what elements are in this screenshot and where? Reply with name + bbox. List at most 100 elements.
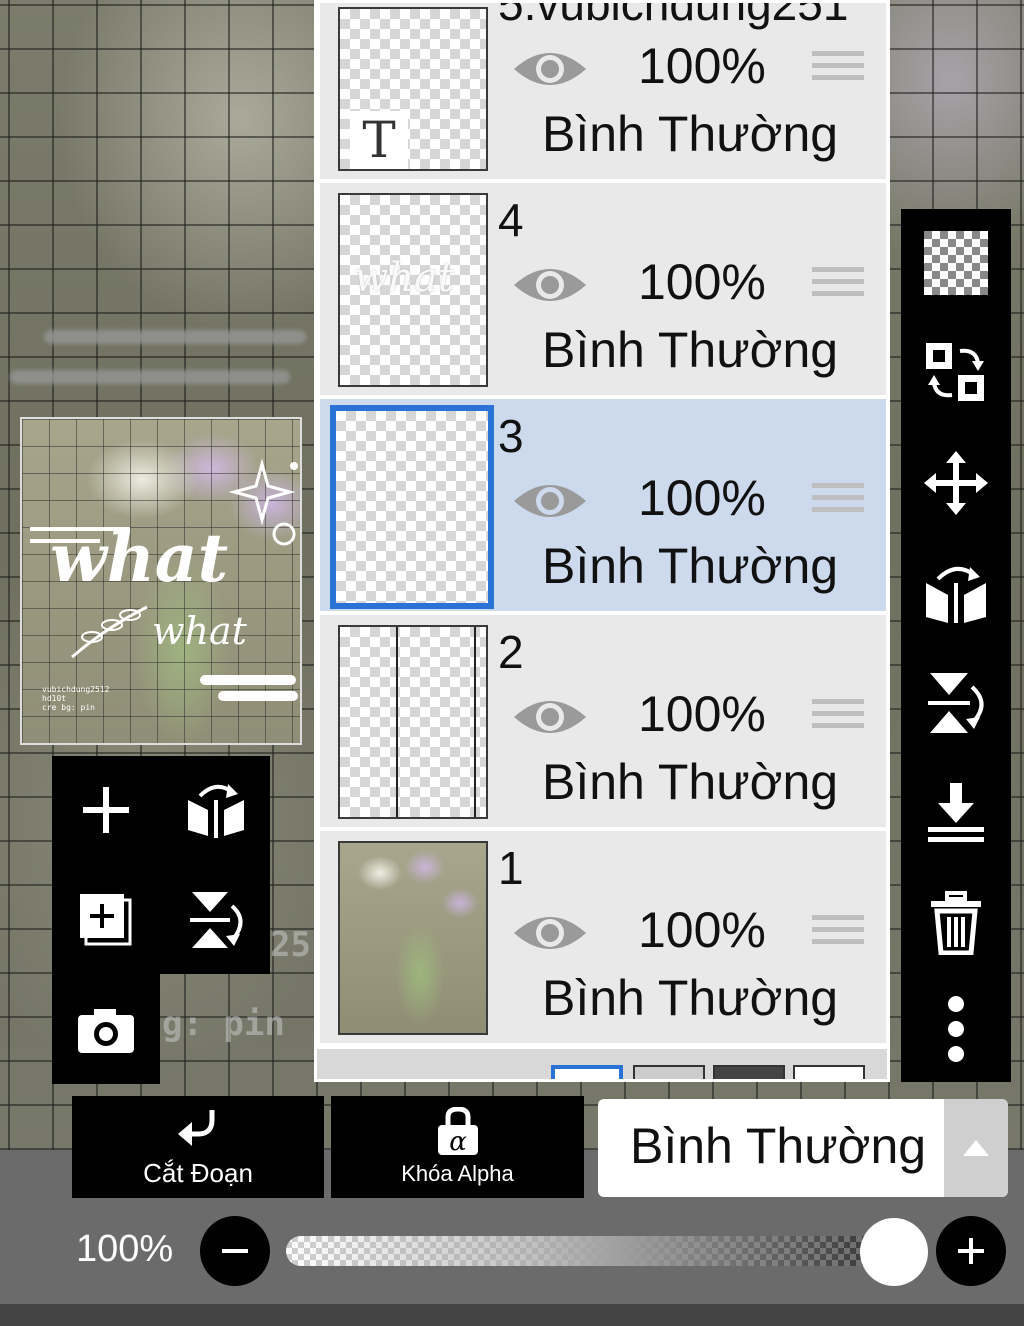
bg-dark-option[interactable] bbox=[713, 1065, 785, 1079]
layers-panel: T 5.vubichdung251 100% Bình Thường what … bbox=[314, 0, 890, 1082]
layer-row[interactable]: what 4 100% Bình Thường bbox=[320, 183, 886, 395]
layer-thumbnail bbox=[330, 405, 494, 609]
preview-title-text: what bbox=[50, 519, 229, 597]
drag-handle-icon[interactable] bbox=[812, 699, 864, 739]
delete-layer-button[interactable] bbox=[901, 869, 1011, 977]
merge-down-button[interactable] bbox=[901, 759, 1011, 867]
leaf-decoration-icon bbox=[71, 605, 148, 659]
layer-name: 3 bbox=[498, 410, 524, 462]
layer-opacity: 100% bbox=[638, 38, 766, 94]
merge-down-icon bbox=[928, 783, 984, 842]
layer-thumbnail: what bbox=[338, 193, 488, 387]
preview-credit: vubichdung2512 hd10t cre bg: pin bbox=[42, 685, 110, 712]
layer-blend-mode: Bình Thường bbox=[542, 106, 839, 162]
plus-icon bbox=[83, 787, 129, 833]
flip-horizontal-button[interactable] bbox=[162, 756, 270, 864]
camera-icon bbox=[78, 1009, 134, 1053]
camera-button[interactable] bbox=[52, 976, 160, 1084]
clipping-label: Cắt Đoạn bbox=[143, 1157, 253, 1188]
layer-row[interactable]: 2 100% Bình Thường bbox=[320, 615, 886, 827]
layer-blend-mode: Bình Thường bbox=[542, 970, 839, 1026]
add-copy-icon bbox=[80, 894, 132, 946]
layer-thumbnail bbox=[338, 841, 488, 1035]
thumbnail-line bbox=[474, 627, 476, 817]
layer-name: 2 bbox=[498, 626, 524, 678]
thumbnail-line bbox=[396, 627, 398, 817]
flip-horizontal-button[interactable] bbox=[901, 539, 1011, 647]
lock-alpha-icon: α bbox=[437, 1107, 478, 1157]
thumbnail-text: what bbox=[354, 255, 454, 301]
add-layer-button[interactable] bbox=[52, 756, 160, 864]
sparkle-decoration-icon bbox=[228, 458, 298, 546]
alpha-lock-button[interactable]: α Khóa Alpha bbox=[331, 1096, 584, 1198]
preview-line bbox=[200, 675, 296, 685]
layer-blend-mode: Bình Thường bbox=[542, 322, 839, 378]
opacity-increase-button[interactable] bbox=[936, 1216, 1006, 1286]
drag-handle-icon[interactable] bbox=[812, 267, 864, 307]
clipping-button[interactable]: Cắt Đoạn bbox=[72, 1096, 324, 1198]
dropdown-toggle[interactable] bbox=[944, 1099, 1008, 1197]
move-icon bbox=[924, 451, 988, 515]
canvas-text-fragment: g: pin bbox=[162, 1004, 285, 1044]
layer-opacity: 100% bbox=[638, 470, 766, 526]
preview-subtitle-text: what bbox=[152, 609, 247, 653]
add-copy-layer-button[interactable] bbox=[52, 866, 160, 974]
layer-blend-mode: Bình Thường bbox=[542, 538, 839, 594]
canvas-preview[interactable]: what what vubichdung2512 hd10t cre bg: p… bbox=[20, 417, 302, 745]
layer-name: 4 bbox=[498, 194, 524, 246]
eye-icon[interactable] bbox=[512, 47, 588, 91]
alpha-lock-label: Khóa Alpha bbox=[401, 1161, 514, 1186]
flip-vertical-button[interactable] bbox=[901, 649, 1011, 757]
drag-handle-icon[interactable] bbox=[812, 51, 864, 91]
layer-thumbnail: T bbox=[338, 7, 488, 171]
blend-mode-dropdown[interactable]: Bình Thường bbox=[598, 1099, 1008, 1197]
flip-horizontal-icon bbox=[188, 784, 244, 838]
layer-blend-mode: Bình Thường bbox=[542, 754, 839, 810]
checkerboard-icon bbox=[924, 231, 988, 295]
layer-actions-toolbar bbox=[901, 209, 1011, 1082]
flip-vertical-icon bbox=[928, 673, 984, 733]
more-vertical-icon bbox=[948, 996, 964, 1062]
bg-white-option[interactable] bbox=[551, 1065, 623, 1079]
layer-row-selected[interactable]: 3 100% Bình Thường bbox=[320, 399, 886, 611]
clip-arrow-icon bbox=[178, 1109, 215, 1146]
preview-line bbox=[218, 691, 298, 701]
layer-opacity: 100% bbox=[638, 686, 766, 742]
opacity-decrease-button[interactable] bbox=[200, 1216, 270, 1286]
eye-icon[interactable] bbox=[512, 479, 588, 523]
layer-row[interactable]: T 5.vubichdung251 100% Bình Thường bbox=[320, 0, 886, 179]
swap-icon bbox=[926, 343, 984, 401]
flip-horizontal-icon bbox=[926, 567, 986, 623]
opacity-value-label: 100% bbox=[76, 1228, 174, 1270]
svg-text:α: α bbox=[449, 1127, 467, 1157]
trash-icon bbox=[931, 891, 981, 955]
eye-icon[interactable] bbox=[512, 263, 588, 307]
bg-none-option[interactable] bbox=[793, 1065, 865, 1079]
more-options-button[interactable] bbox=[901, 975, 1011, 1083]
eye-icon[interactable] bbox=[512, 911, 588, 955]
layer-opacity: 100% bbox=[638, 902, 766, 958]
layer-opacity: 100% bbox=[638, 254, 766, 310]
minus-icon bbox=[222, 1249, 248, 1253]
canvas-blurred-text bbox=[44, 330, 306, 344]
flip-vertical-icon bbox=[190, 892, 243, 948]
transparency-button[interactable] bbox=[901, 209, 1011, 317]
layer-row[interactable]: 1 100% Bình Thường bbox=[320, 831, 886, 1043]
swap-layer-button[interactable] bbox=[901, 319, 1011, 427]
bg-checker-option[interactable] bbox=[633, 1065, 705, 1079]
flip-vertical-button[interactable] bbox=[162, 866, 270, 974]
plus-icon bbox=[958, 1238, 984, 1264]
move-button[interactable] bbox=[901, 429, 1011, 537]
background-picker-strip bbox=[317, 1049, 887, 1079]
layer-name: 1 bbox=[498, 842, 524, 894]
bottom-navigation-strip bbox=[0, 1304, 1024, 1326]
drag-handle-icon[interactable] bbox=[812, 915, 864, 955]
opacity-slider-track[interactable] bbox=[286, 1236, 918, 1266]
eye-icon[interactable] bbox=[512, 695, 588, 739]
layer-name: 5.vubichdung251 bbox=[498, 0, 849, 30]
opacity-slider-knob[interactable] bbox=[860, 1218, 928, 1286]
drag-handle-icon[interactable] bbox=[812, 483, 864, 523]
layer-thumbnail bbox=[338, 625, 488, 819]
text-layer-icon: T bbox=[350, 111, 408, 169]
canvas-blurred-text bbox=[10, 370, 290, 384]
